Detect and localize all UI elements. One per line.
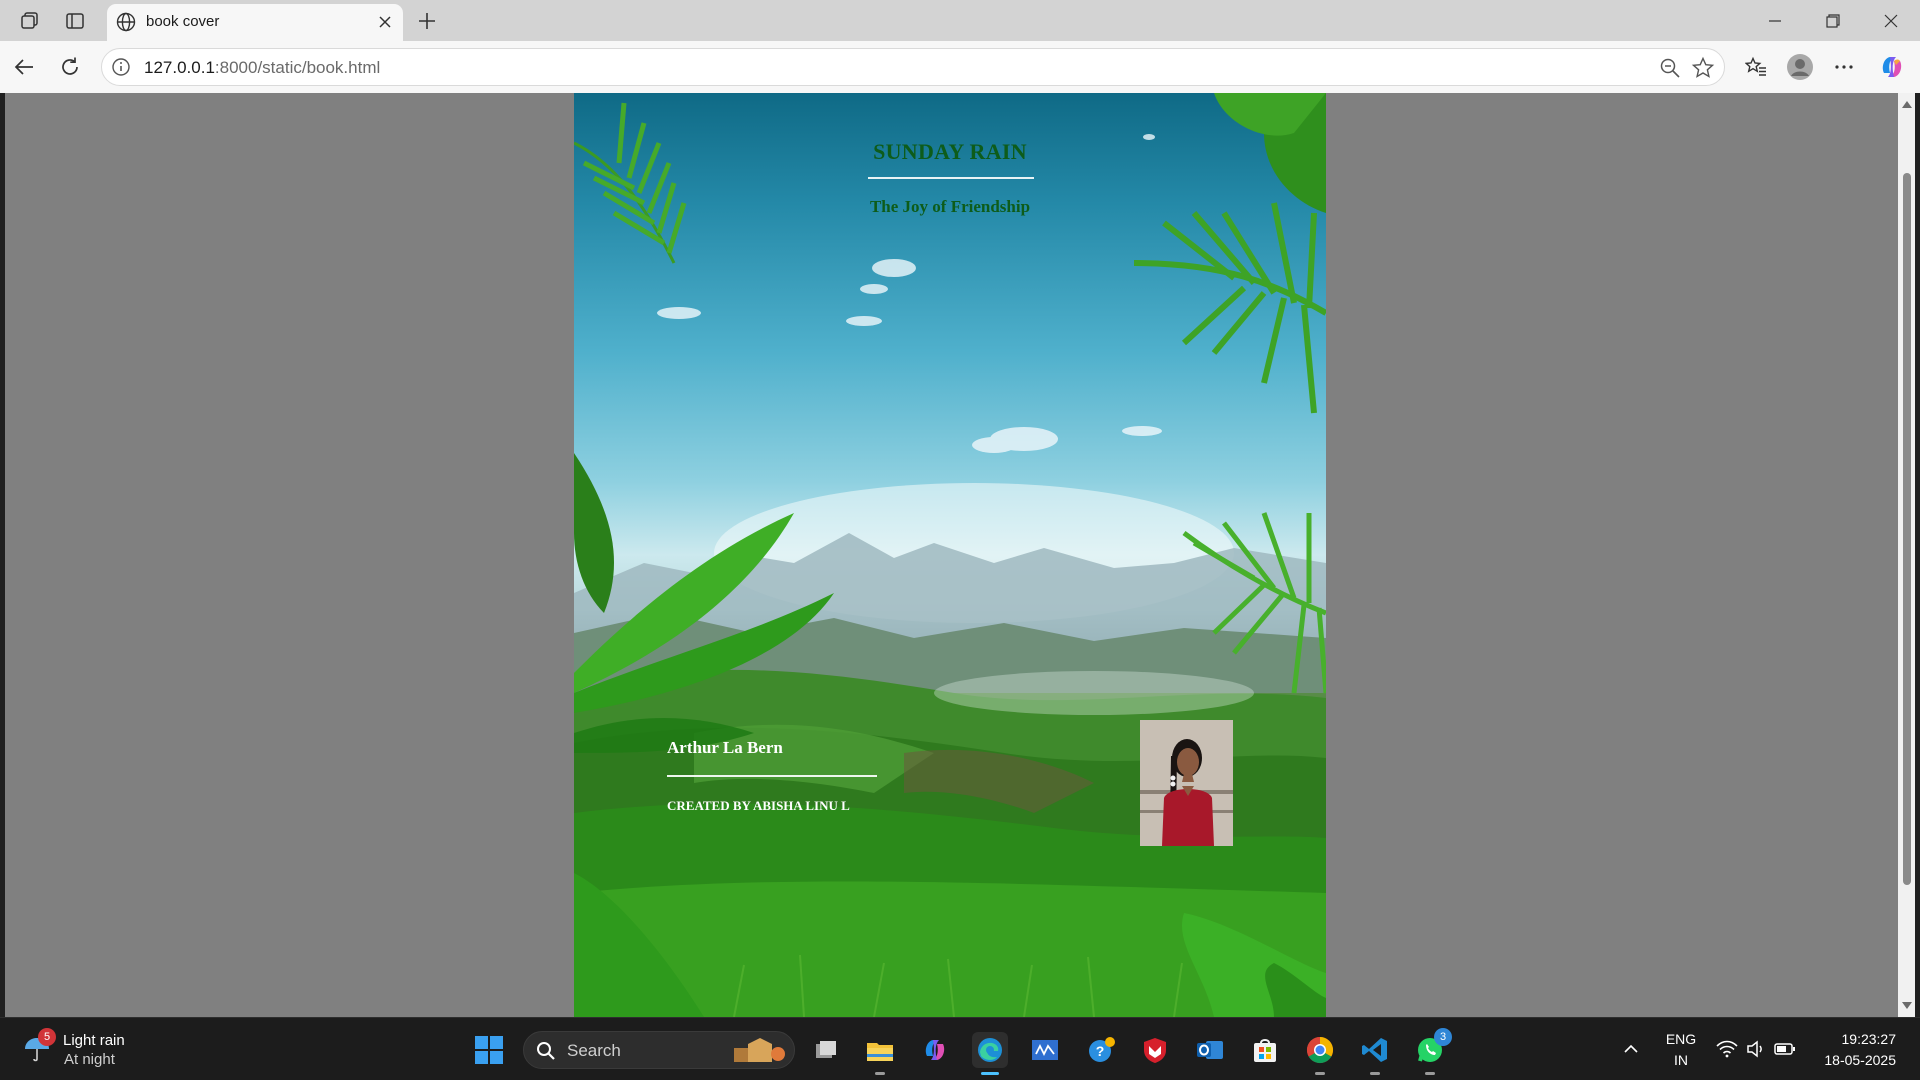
input-language[interactable]: ENG (1656, 1031, 1706, 1047)
favorite-star-icon[interactable] (1691, 56, 1715, 80)
chevron-up-icon[interactable] (1620, 1038, 1642, 1060)
globe-icon (116, 12, 136, 32)
browser-toolbar: 127.0.0.1:8000/static/book.html (0, 41, 1920, 93)
active-running-indicator (981, 1072, 999, 1075)
book-cover: SUNDAY RAIN The Joy of Friendship Arthur… (574, 93, 1326, 1017)
running-indicator (1370, 1072, 1380, 1075)
title-divider (868, 177, 1034, 179)
wifi-icon[interactable] (1716, 1038, 1738, 1060)
back-icon[interactable] (8, 51, 40, 83)
minimize-icon[interactable] (1752, 4, 1798, 38)
running-indicator (875, 1072, 885, 1075)
refresh-icon[interactable] (54, 51, 86, 83)
close-tab-icon[interactable] (374, 11, 396, 33)
search-placeholder: Search (567, 1041, 621, 1060)
restore-icon[interactable] (1810, 4, 1856, 38)
address-bar[interactable]: 127.0.0.1:8000/static/book.html (101, 48, 1725, 86)
vscode-icon[interactable] (1357, 1032, 1393, 1075)
mcafee-shield-icon[interactable] (1137, 1032, 1173, 1068)
profile-avatar-icon[interactable] (1784, 51, 1816, 83)
running-indicator (1315, 1072, 1325, 1075)
jungle-landscape-illustration (574, 93, 1326, 1017)
scrollbar-thumb[interactable] (1903, 173, 1911, 885)
svg-text:?: ? (1096, 1043, 1105, 1059)
weather-condition: Light rain (63, 1032, 125, 1049)
search-icon (537, 1042, 555, 1060)
created-by-text: CREATED BY ABISHA LINU L (667, 798, 850, 813)
edge-browser-icon[interactable] (972, 1032, 1008, 1075)
clock-date[interactable]: 18-05-2025 (1812, 1052, 1896, 1068)
whatsapp-badge: 3 (1434, 1028, 1452, 1046)
favorites-icon[interactable] (1740, 51, 1772, 83)
outlook-icon[interactable] (1192, 1032, 1228, 1068)
tab-strip: book cover (0, 0, 1920, 41)
new-tab-icon[interactable] (414, 8, 440, 34)
book-title: SUNDAY RAIN (873, 139, 1027, 164)
help-app-icon[interactable]: ? (1083, 1032, 1119, 1068)
taskbar-search-box[interactable]: Search (523, 1031, 795, 1069)
start-windows-icon[interactable] (471, 1032, 507, 1068)
running-indicator (1425, 1072, 1435, 1075)
url-host: 127.0.0.1 (144, 58, 215, 77)
zoom-out-icon[interactable] (1658, 56, 1682, 80)
url-text[interactable]: 127.0.0.1:8000/static/book.html (144, 58, 380, 78)
tab-title: book cover (146, 13, 220, 30)
creator-photo (1140, 720, 1233, 846)
input-region[interactable]: IN (1656, 1052, 1706, 1068)
windows-taskbar: 5 Light rain At night Search ? 3 ENG IN … (0, 1017, 1920, 1080)
copilot-app-icon[interactable] (917, 1032, 953, 1068)
mylip-app-icon[interactable] (1027, 1032, 1063, 1068)
workspaces-icon[interactable] (17, 8, 43, 34)
battery-icon[interactable] (1774, 1038, 1796, 1060)
vertical-tabs-icon[interactable] (62, 8, 88, 34)
chrome-icon[interactable] (1302, 1032, 1338, 1075)
volume-icon[interactable] (1745, 1038, 1767, 1060)
task-view-icon[interactable] (808, 1032, 844, 1068)
site-info-icon[interactable] (111, 57, 131, 77)
scroll-up-arrow-icon[interactable] (1902, 101, 1912, 108)
book-subtitle: The Joy of Friendship (869, 197, 1031, 216)
close-window-icon[interactable] (1868, 4, 1914, 38)
weather-alert-badge: 5 (38, 1028, 56, 1046)
page-viewport: SUNDAY RAIN The Joy of Friendship Arthur… (5, 93, 1898, 1017)
weather-time: At night (64, 1051, 115, 1068)
author-divider (667, 775, 877, 777)
vertical-scrollbar[interactable] (1898, 93, 1915, 1017)
search-highlight-icon (734, 1038, 785, 1062)
tab-book-cover[interactable]: book cover (107, 4, 403, 41)
scroll-down-arrow-icon[interactable] (1902, 1002, 1912, 1009)
file-explorer-icon[interactable] (862, 1032, 898, 1075)
clock-time[interactable]: 19:23:27 (1812, 1031, 1897, 1047)
whatsapp-icon[interactable]: 3 (1412, 1028, 1452, 1075)
microsoft-store-icon[interactable] (1247, 1032, 1283, 1068)
copilot-icon[interactable] (1876, 51, 1908, 83)
author-name: Arthur La Bern (667, 738, 783, 757)
more-options-icon[interactable] (1828, 51, 1860, 83)
url-path: :8000/static/book.html (214, 58, 381, 77)
